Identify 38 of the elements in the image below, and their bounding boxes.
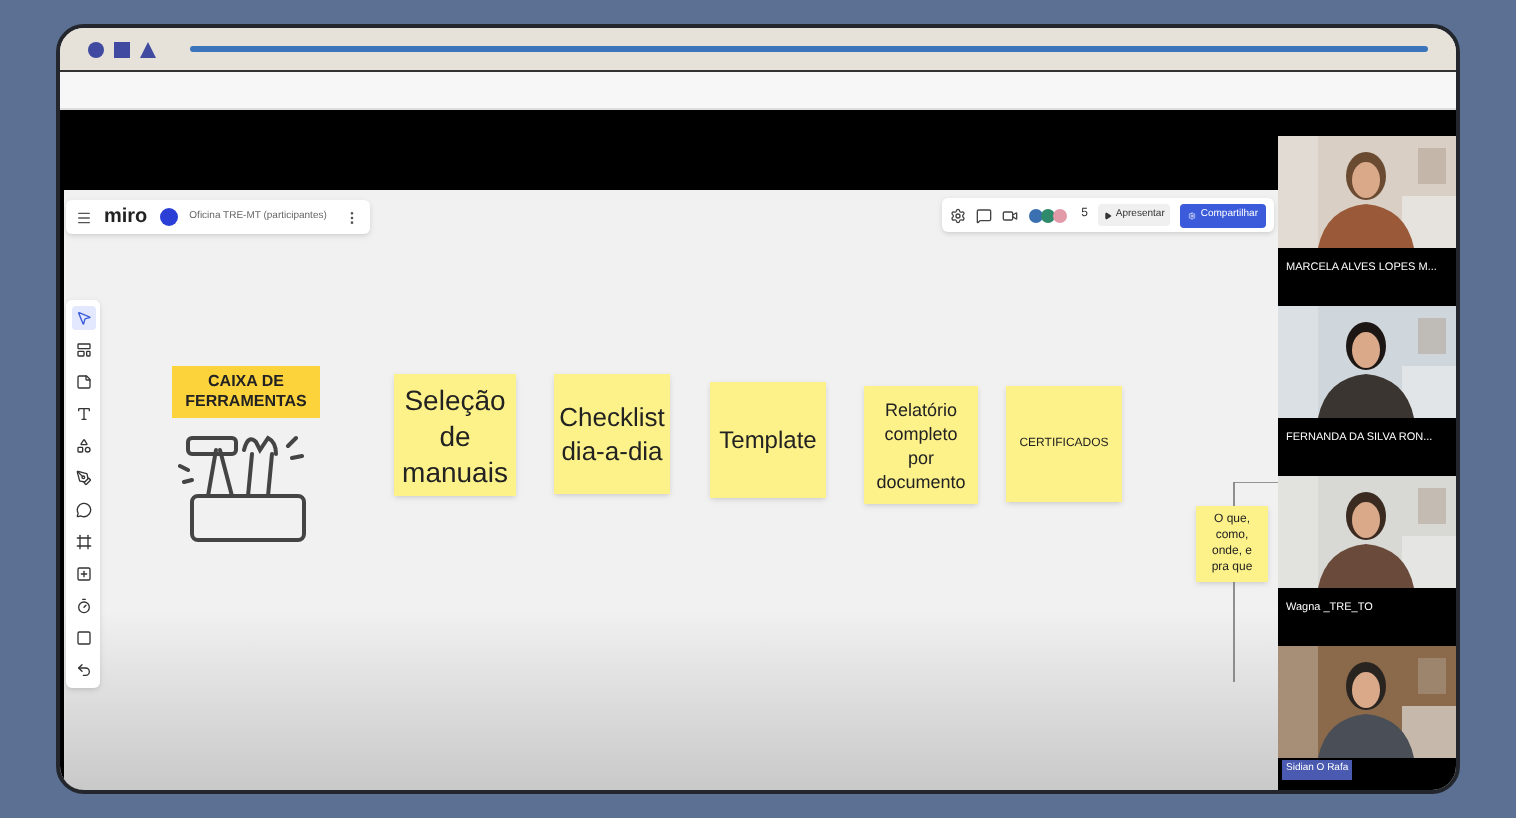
sticky-icon xyxy=(75,374,91,390)
shapes-tool[interactable] xyxy=(71,434,95,458)
timer-icon xyxy=(75,598,91,614)
sticky-note[interactable]: Template xyxy=(710,382,826,498)
video-icon[interactable] xyxy=(1001,207,1018,223)
frame-icon xyxy=(75,534,91,550)
sticky-tool[interactable] xyxy=(71,370,95,394)
templates-tool[interactable] xyxy=(71,338,95,362)
collaborators-icon xyxy=(1027,207,1072,223)
sticky-note[interactable]: Relatório completo por documento xyxy=(864,386,978,504)
comment-tool[interactable] xyxy=(71,498,95,522)
play-icon xyxy=(1103,211,1112,219)
apps-tool[interactable] xyxy=(71,626,95,650)
sticky-note[interactable]: Seleção de manuais xyxy=(394,374,516,496)
gear-icon xyxy=(1188,211,1197,219)
comment-icon xyxy=(75,502,91,518)
select-icon xyxy=(75,310,91,326)
pen-icon xyxy=(75,470,91,486)
add-icon xyxy=(75,566,91,582)
sticky-note[interactable]: Checklist dia-a-dia xyxy=(554,374,670,494)
app-logo: miro xyxy=(104,207,148,227)
pen-tool[interactable] xyxy=(71,466,95,490)
label-sticker: CAIXA DE FERRAMENTAS xyxy=(172,366,320,418)
undo-icon xyxy=(75,662,91,678)
toolbox-icon xyxy=(176,430,312,546)
menu-icon[interactable] xyxy=(76,209,92,225)
text-icon xyxy=(75,406,91,422)
frame-tool[interactable] xyxy=(71,530,95,554)
circle-icon xyxy=(88,41,104,57)
triangle-icon xyxy=(140,41,156,57)
square-icon xyxy=(114,41,130,57)
add-tool[interactable] xyxy=(71,562,95,586)
apps-icon xyxy=(75,630,91,646)
templates-icon xyxy=(75,342,91,358)
shapes-icon xyxy=(75,438,91,454)
select-tool[interactable] xyxy=(71,306,95,330)
chat-icon[interactable] xyxy=(975,207,992,223)
board-icon xyxy=(159,208,178,226)
